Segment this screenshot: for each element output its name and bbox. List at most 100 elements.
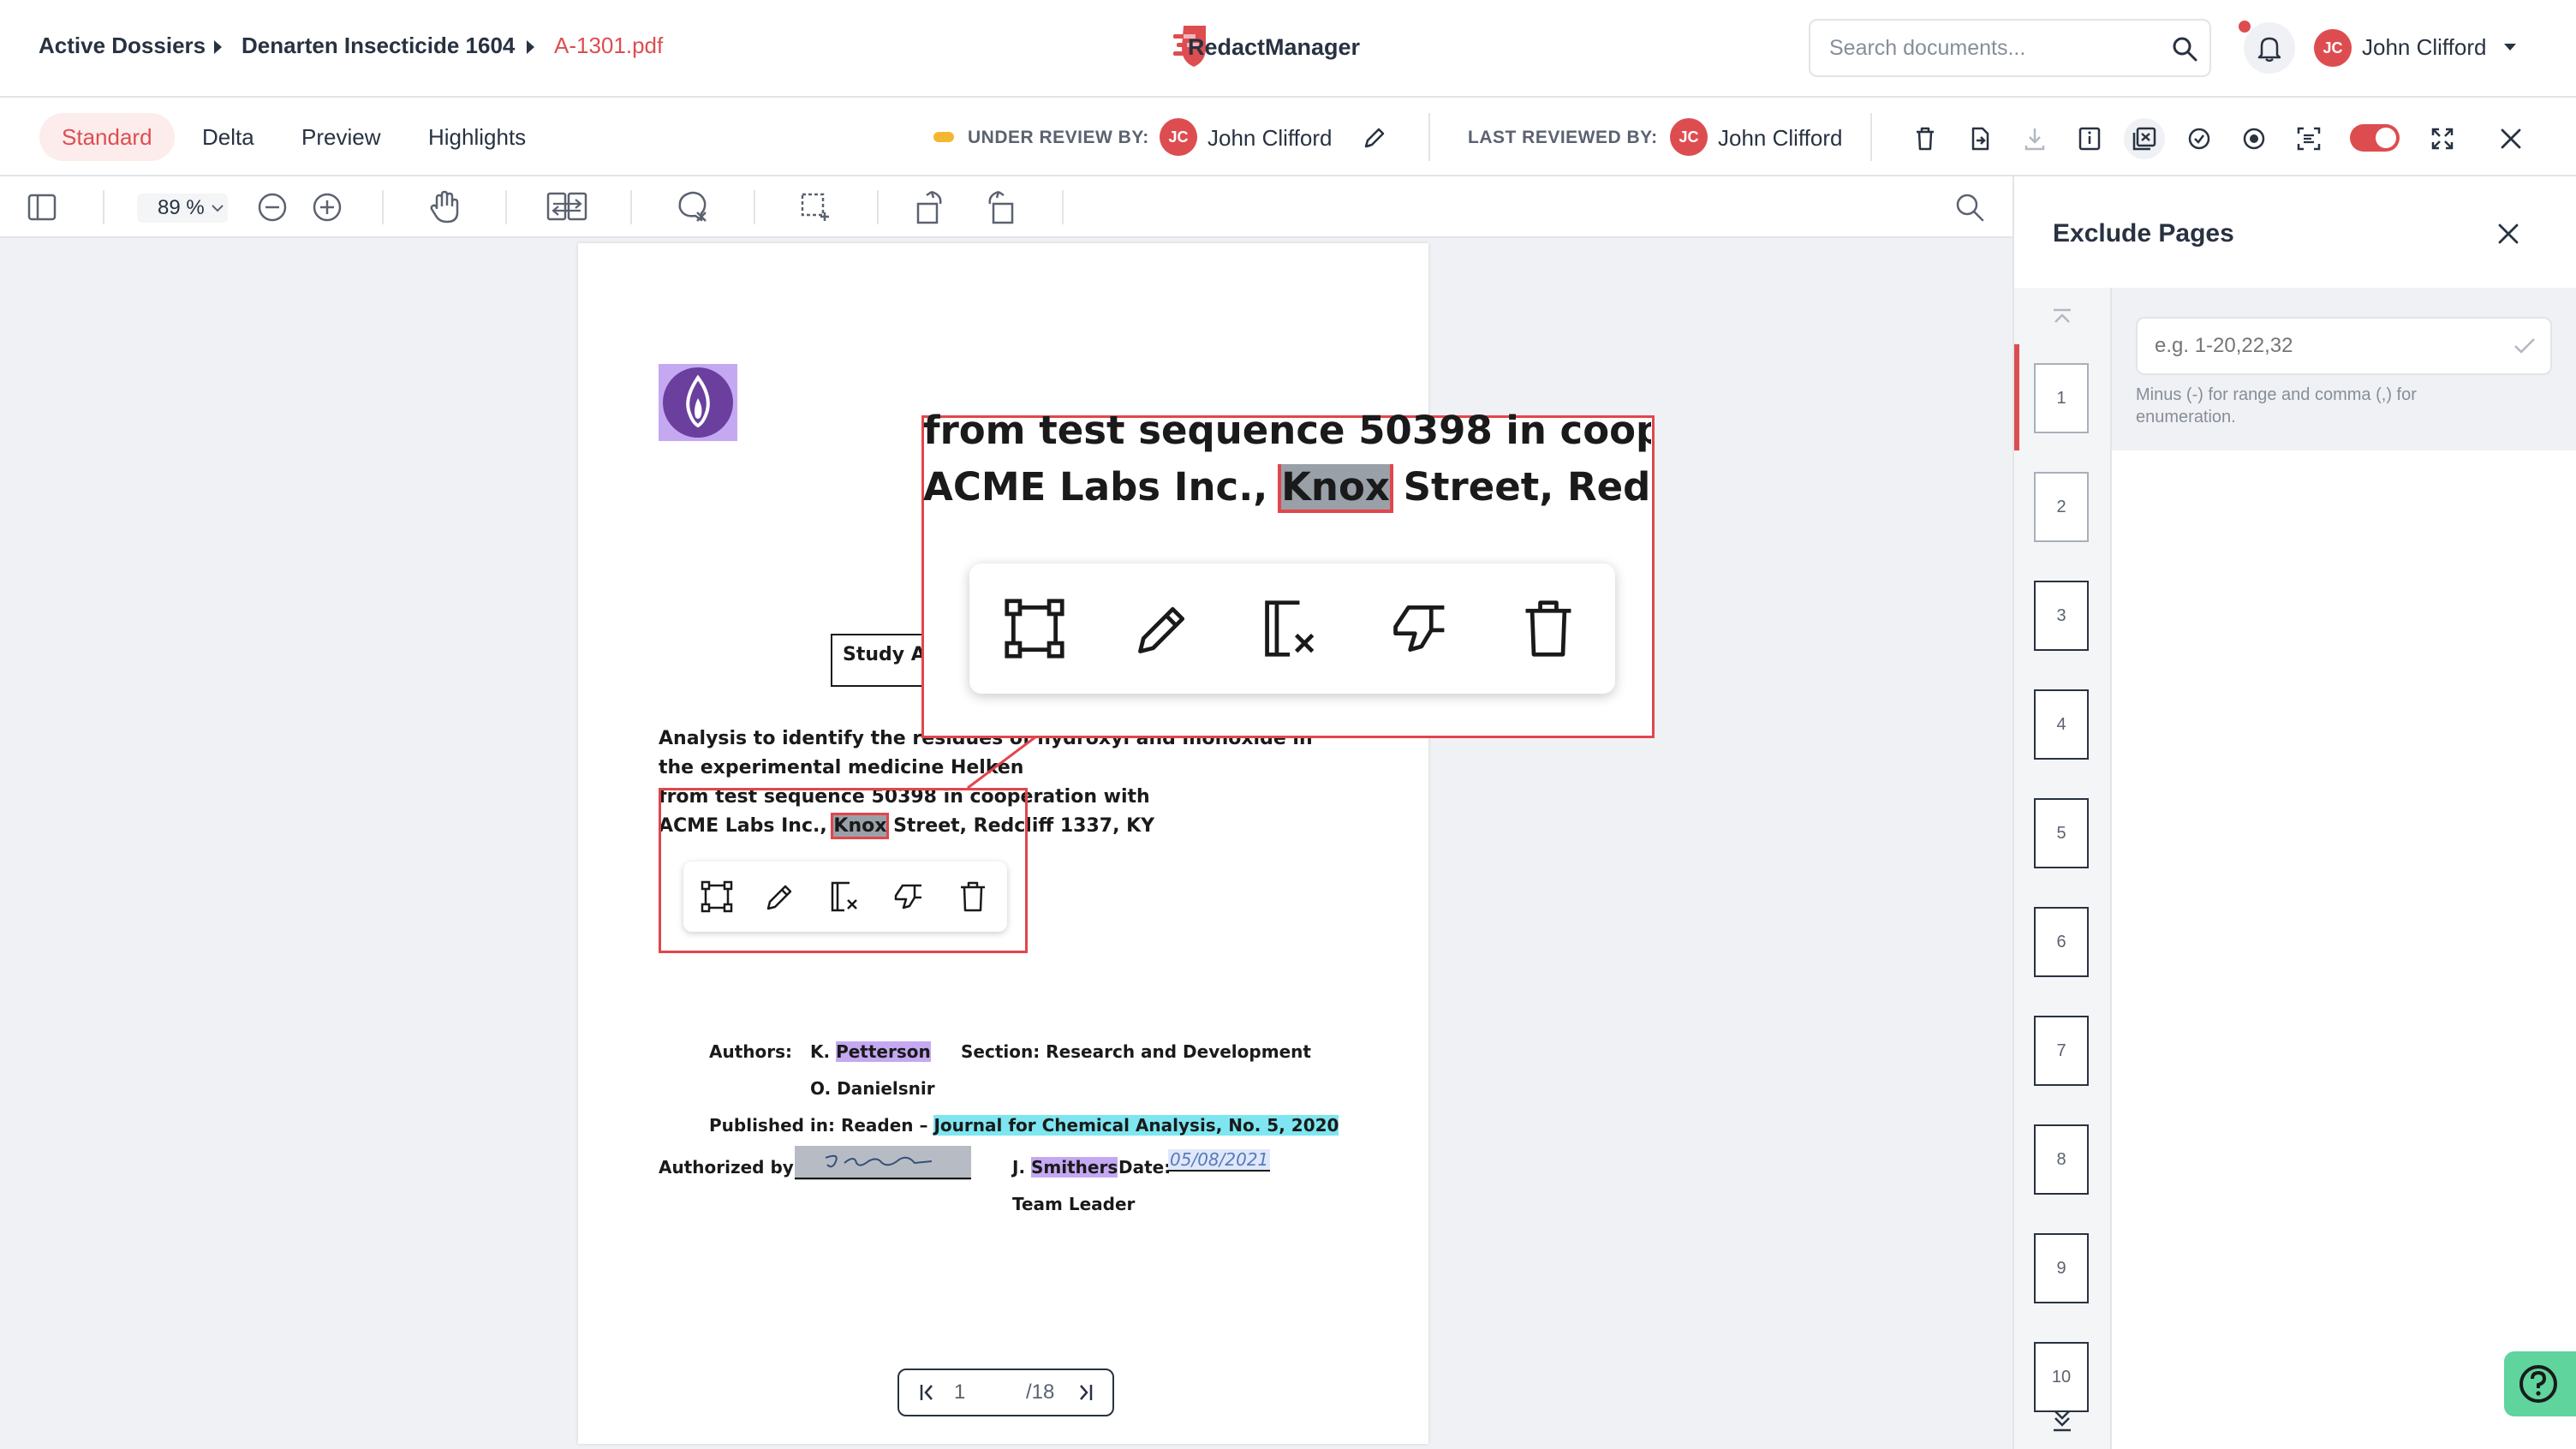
edit-annotation-button[interactable] (764, 880, 796, 913)
breadcrumb-item-file[interactable]: A-1301.pdf (554, 33, 663, 59)
exclude-pages-button[interactable] (2124, 118, 2165, 159)
toggle-sidebar-button[interactable] (27, 194, 57, 221)
signature-highlight[interactable] (795, 1146, 971, 1180)
flame-logo-icon (661, 366, 735, 439)
zoom-level[interactable]: 89 % (158, 196, 205, 220)
rotate-right-button[interactable] (985, 188, 1016, 224)
record-circle-icon (2241, 126, 2267, 152)
close-panel-button[interactable] (2496, 221, 2521, 247)
page-thumbnail-6[interactable]: 6 (2034, 907, 2089, 977)
scroll-to-top-button[interactable] (2050, 307, 2074, 331)
expand-icon (2430, 126, 2455, 152)
search-icon[interactable] (2170, 34, 2199, 63)
pan-tool-button[interactable] (428, 190, 461, 224)
user-avatar[interactable]: JC (2314, 29, 2352, 67)
check-circle-icon (2186, 126, 2212, 152)
tab-delta[interactable]: Delta (180, 113, 277, 161)
divider (1428, 113, 1430, 161)
zoom-delete-annotation-button[interactable] (1519, 598, 1577, 659)
area-select-button[interactable] (800, 192, 831, 223)
divider (1870, 113, 1872, 161)
clear-annotations-button[interactable] (677, 190, 711, 224)
search-input[interactable] (1829, 36, 2155, 61)
close-document-button[interactable] (2490, 118, 2531, 159)
edit-reviewer-pencil-icon[interactable] (1362, 125, 1387, 151)
download-button[interactable] (2014, 118, 2055, 159)
zoom-callout-line-2-clip: ACME Labs Inc., Knox Street, Redcliff (923, 464, 1651, 516)
delete-document-button[interactable] (1905, 118, 1946, 159)
zoom-reject-annotation-button[interactable] (1389, 598, 1451, 659)
breadcrumb-item-dossier[interactable]: Denarten Insecticide 1604 (242, 33, 515, 59)
reject-annotation-button[interactable] (892, 880, 925, 913)
exclude-pages-input-box[interactable] (2136, 317, 2552, 375)
fullscreen-button[interactable] (2422, 118, 2463, 159)
page-thumbnail-3[interactable]: 3 (2034, 581, 2089, 651)
page-thumbnail-5[interactable]: 5 (2034, 798, 2089, 868)
confirm-check-icon[interactable] (2513, 336, 2537, 356)
signer-name-highlight[interactable]: Smithers (1031, 1157, 1118, 1178)
page-thumbnail-7[interactable]: 7 (2034, 1016, 2089, 1086)
published-prefix: Published in: Readen – (709, 1115, 934, 1136)
exclude-pages-hint: Minus (-) for range and comma (,) for en… (2136, 385, 2417, 426)
zoom-callout-line-1: from test sequence 50398 in coopera (923, 408, 1651, 453)
zoom-out-icon (257, 192, 288, 223)
page-thumbnail-10[interactable]: 10 (2034, 1342, 2089, 1412)
resize-annotation-button[interactable] (701, 880, 733, 913)
exclude-pages-input[interactable] (2155, 334, 2497, 358)
compare-button[interactable] (546, 190, 587, 223)
remove-annotation-page-button[interactable] (829, 880, 862, 913)
page-thumbnail-1[interactable]: 1 (2034, 363, 2089, 433)
help-button[interactable] (2504, 1351, 2576, 1416)
user-menu-chevron-icon[interactable] (2504, 44, 2516, 51)
user-name[interactable]: John Clifford (2362, 34, 2487, 61)
tab-standard[interactable]: Standard (39, 113, 175, 161)
page-thumbnail-9[interactable]: 9 (2034, 1233, 2089, 1303)
breadcrumb-item-active-dossiers[interactable]: Active Dossiers (39, 33, 206, 59)
toggle-switch[interactable] (2350, 124, 2400, 152)
toggle-knob (2376, 128, 2396, 148)
rotate-left-button[interactable] (915, 188, 945, 224)
zoom-resize-annotation-button[interactable] (1004, 598, 1065, 659)
compare-icon (546, 190, 587, 223)
zoom-redacted-term-knox[interactable]: Knox (1278, 464, 1393, 513)
zoom-edit-annotation-button[interactable] (1132, 598, 1194, 659)
first-page-button[interactable] (918, 1382, 939, 1403)
tab-highlights[interactable]: Highlights (406, 113, 548, 161)
export-document-button[interactable] (1959, 118, 2001, 159)
reviewer-name[interactable]: John Clifford (1208, 125, 1333, 152)
search-box[interactable] (1809, 19, 2211, 77)
signer: J. Smithers (1012, 1157, 1118, 1178)
author-1-initial: K. (810, 1041, 837, 1062)
scroll-to-bottom-button[interactable] (2050, 1408, 2074, 1434)
delete-annotation-button[interactable] (957, 880, 988, 913)
close-icon (2496, 221, 2521, 247)
notifications-button[interactable] (2244, 22, 2295, 74)
ocr-scan-button[interactable] (2288, 118, 2329, 159)
journal-highlight[interactable]: Journal for Chemical Analysis, No. 5, 20… (933, 1115, 1339, 1136)
notification-dot (2239, 21, 2251, 33)
tab-preview[interactable]: Preview (279, 113, 402, 161)
zoom-text-segment: ACME Labs Inc., (923, 464, 1282, 510)
breadcrumb-separator-icon (214, 40, 222, 54)
page-logo-highlight[interactable] (659, 364, 737, 441)
date-value-highlight[interactable]: 05/08/2021 (1168, 1149, 1271, 1172)
chevron-down-icon[interactable] (211, 204, 224, 212)
zoom-out-button[interactable] (257, 192, 288, 223)
divider (103, 190, 104, 224)
document-search-button[interactable] (1954, 192, 1985, 223)
zoom-remove-annotation-page-button[interactable] (1261, 598, 1322, 659)
page-thumbnail-8[interactable]: 8 (2034, 1124, 2089, 1195)
page-thumbnail-4[interactable]: 4 (2034, 689, 2089, 760)
page-thumbnail-2[interactable]: 2 (2034, 472, 2089, 542)
approve-button[interactable] (2179, 118, 2220, 159)
current-page-input[interactable]: 1 (954, 1380, 965, 1404)
last-page-button[interactable] (1074, 1382, 1094, 1403)
panel-title: Exclude Pages (2053, 219, 2234, 247)
document-info-button[interactable] (2069, 118, 2110, 159)
record-button[interactable] (2233, 118, 2275, 159)
breadcrumb-separator-icon (527, 40, 534, 54)
zoom-callout-line-clip: from test sequence 50398 in coopera (923, 408, 1651, 456)
author-1-name-highlight[interactable]: Petterson (836, 1041, 931, 1062)
divider (1062, 190, 1064, 224)
zoom-in-button[interactable] (312, 192, 343, 223)
